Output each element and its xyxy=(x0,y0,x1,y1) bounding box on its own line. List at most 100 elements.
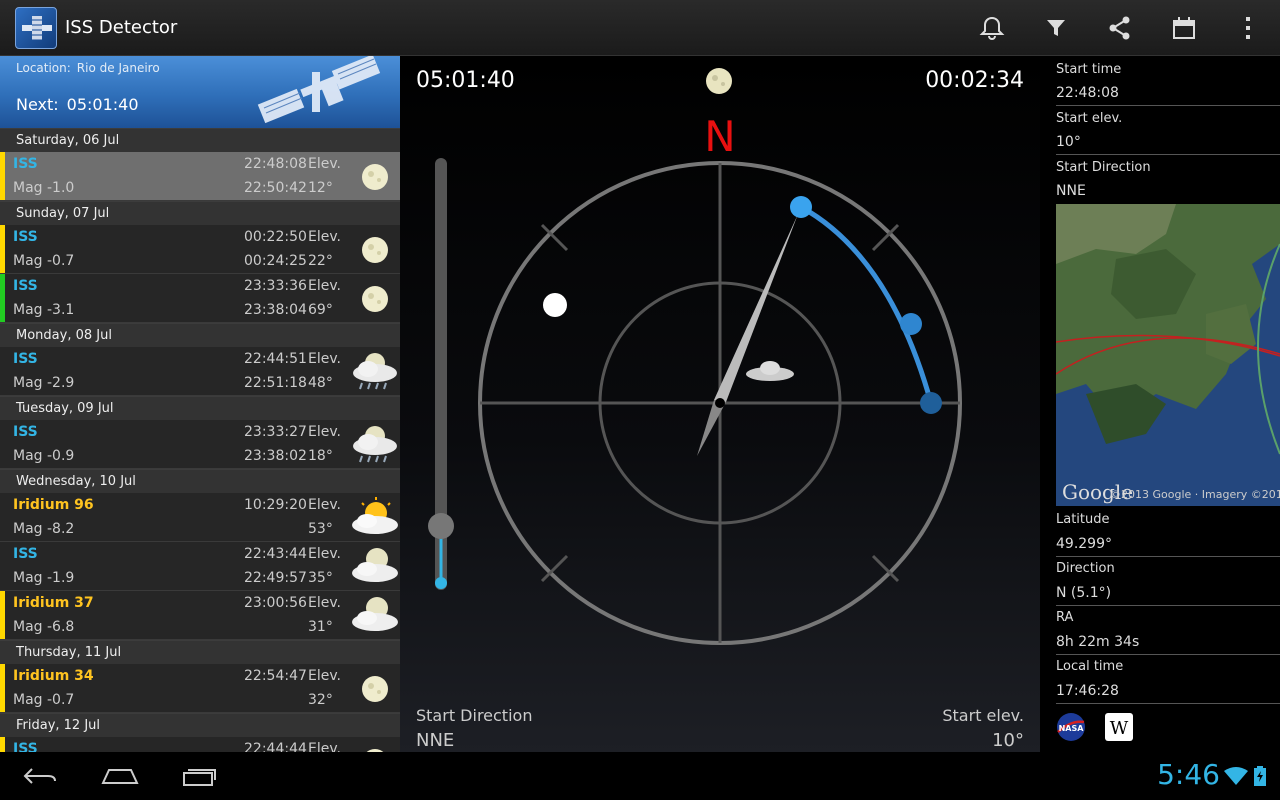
svg-text:W: W xyxy=(1110,718,1129,739)
app-root: ISS Detector Location: Rio de Janeiro Ne… xyxy=(0,0,1280,800)
share-icon xyxy=(1109,16,1130,40)
overflow-menu-button[interactable] xyxy=(1216,0,1280,56)
visibility-marker xyxy=(0,347,5,395)
pass-list-item[interactable]: ISS Mag -3.1 23:33:36 23:38:04 Elev. 69° xyxy=(0,274,400,323)
pass-list-panel: Location: Rio de Janeiro Next: 05:01:40 Sa… xyxy=(0,56,400,752)
pass-list-item[interactable]: ISS Mag -1.9 22:43:44 22:49:57 Elev. 35° xyxy=(0,542,400,591)
compass-needle xyxy=(697,214,798,456)
elevation-label: Elev. xyxy=(308,424,341,440)
radar-chart[interactable]: N xyxy=(400,56,1040,752)
detail-start-elev-value: 10° xyxy=(1056,134,1081,150)
iss-station-icon xyxy=(257,56,381,124)
day-header: Saturday, 06 Jul xyxy=(0,128,400,152)
system-navigation-bar: 5:46 xyxy=(0,752,1280,800)
alarm-button[interactable] xyxy=(960,0,1024,56)
back-icon xyxy=(23,768,56,784)
wikipedia-icon[interactable]: W xyxy=(1104,712,1134,742)
time-slider-end xyxy=(435,577,447,589)
moon-icon xyxy=(350,227,400,273)
satellite-name: ISS xyxy=(13,156,38,172)
pass-list-item[interactable]: ISS Mag -1.0 22:48:08 22:50:42 Elev. 12° xyxy=(0,152,400,201)
action-bar: ISS Detector xyxy=(0,0,1280,56)
back-button[interactable] xyxy=(0,758,80,794)
magnitude: Mag -3.1 xyxy=(13,302,75,318)
app-title: ISS Detector xyxy=(65,17,178,38)
satellite-name: ISS xyxy=(13,546,38,562)
start-time-value: 22:48:08 xyxy=(1056,85,1119,101)
satellite-name: ISS xyxy=(13,741,38,752)
moon-cloud-icon xyxy=(350,593,400,639)
day-header: Thursday, 11 Jul xyxy=(0,640,400,664)
nasa-logo-icon[interactable]: NASA xyxy=(1056,712,1086,742)
end-time: 00:24:25 xyxy=(244,253,307,269)
magnitude: Mag -1.9 xyxy=(13,570,75,586)
elevation-value: 53° xyxy=(308,521,333,537)
pass-list-item[interactable]: ISS 22:44:44 Elev. xyxy=(0,737,400,752)
wifi-icon xyxy=(1223,767,1248,785)
alarm-icon xyxy=(979,16,1005,40)
pass-list-item[interactable]: Iridium 34 Mag -0.7 22:54:47 Elev. 32° xyxy=(0,664,400,713)
start-time: 22:48:08 xyxy=(244,156,307,172)
magnitude: Mag -0.7 xyxy=(13,692,75,708)
magnitude: Mag -6.8 xyxy=(13,619,75,635)
start-elevation-label: Start elev. xyxy=(942,706,1024,725)
filter-button[interactable] xyxy=(1024,0,1088,56)
moon-icon xyxy=(350,154,400,200)
magnitude: Mag -1.0 xyxy=(13,180,75,196)
moon-icon xyxy=(350,666,400,712)
pass-list-item[interactable]: ISS Mag -2.9 22:44:51 22:51:18 Elev. 48° xyxy=(0,347,400,396)
filter-icon xyxy=(1047,20,1065,36)
magnitude: Mag -2.9 xyxy=(13,375,75,391)
end-time: 22:51:18 xyxy=(244,375,307,391)
direction-value: N (5.1°) xyxy=(1056,585,1112,601)
pass-trajectory-arc xyxy=(799,204,934,404)
pass-duration: 00:02:34 xyxy=(925,68,1024,93)
pass-list-item[interactable]: ISS Mag -0.9 23:33:27 23:38:02 Elev. 18° xyxy=(0,420,400,469)
pass-list: Saturday, 06 Jul ISS Mag -1.0 22:48:08 22:50… xyxy=(0,128,400,752)
time-slider-thumb[interactable] xyxy=(428,513,454,539)
start-time: 00:22:50 xyxy=(244,229,307,245)
local-time-label: Local time xyxy=(1056,659,1124,674)
pass-list-item[interactable]: Iridium 96 Mag -8.2 10:29:20 Elev. 53° xyxy=(0,493,400,542)
home-button[interactable] xyxy=(80,758,160,794)
location-text: Location: Rio de Janeiro xyxy=(16,61,160,75)
elevation-value: 18° xyxy=(308,448,333,464)
elevation-label: Elev. xyxy=(308,741,341,752)
recent-apps-button[interactable] xyxy=(160,758,240,794)
visibility-marker xyxy=(0,664,5,712)
end-time: 22:49:57 xyxy=(244,570,307,586)
visibility-marker xyxy=(0,152,5,200)
ground-track-map[interactable]: Google ©2013 Google · Imagery ©2013 xyxy=(1056,204,1280,506)
ra-value: 8h 22m 34s xyxy=(1056,634,1140,650)
start-time: 22:44:51 xyxy=(244,351,307,367)
elevation-label: Elev. xyxy=(308,156,341,172)
visibility-marker xyxy=(0,274,5,322)
elevation-label: Elev. xyxy=(308,351,341,367)
svg-text:NASA: NASA xyxy=(1059,724,1085,733)
latitude-value: 49.299° xyxy=(1056,536,1112,552)
elevation-label: Elev. xyxy=(308,546,341,562)
elevation-value: 22° xyxy=(308,253,333,269)
detail-start-direction-label: Start Direction xyxy=(1056,160,1151,175)
divider xyxy=(1056,605,1280,606)
share-button[interactable] xyxy=(1088,0,1152,56)
local-time-value: 17:46:28 xyxy=(1056,683,1119,699)
pass-list-item[interactable]: ISS Mag -0.7 00:22:50 00:24:25 Elev. 22° xyxy=(0,225,400,274)
rain-cloud-icon xyxy=(350,349,400,395)
next-pass-header[interactable]: Location: Rio de Janeiro Next: 05:01:40 xyxy=(0,56,400,128)
elevation-value: 32° xyxy=(308,692,333,708)
moon-position-icon xyxy=(543,293,567,317)
satellite-name: ISS xyxy=(13,424,38,440)
visibility-marker xyxy=(0,420,5,468)
start-time: 22:54:47 xyxy=(244,668,307,684)
details-panel: Start time 22:48:08 Start elev. 10° Star… xyxy=(1040,56,1280,752)
start-direction-label: Start Direction xyxy=(416,706,533,725)
calendar-button[interactable] xyxy=(1152,0,1216,56)
satellite-name: Iridium 34 xyxy=(13,668,94,684)
app-icon[interactable] xyxy=(15,6,57,49)
pass-list-item[interactable]: Iridium 37 Mag -6.8 23:00:56 Elev. 31° xyxy=(0,591,400,640)
elevation-label: Elev. xyxy=(308,278,341,294)
pass-end-point xyxy=(920,392,942,414)
magnitude: Mag -8.2 xyxy=(13,521,75,537)
divider xyxy=(1056,654,1280,655)
